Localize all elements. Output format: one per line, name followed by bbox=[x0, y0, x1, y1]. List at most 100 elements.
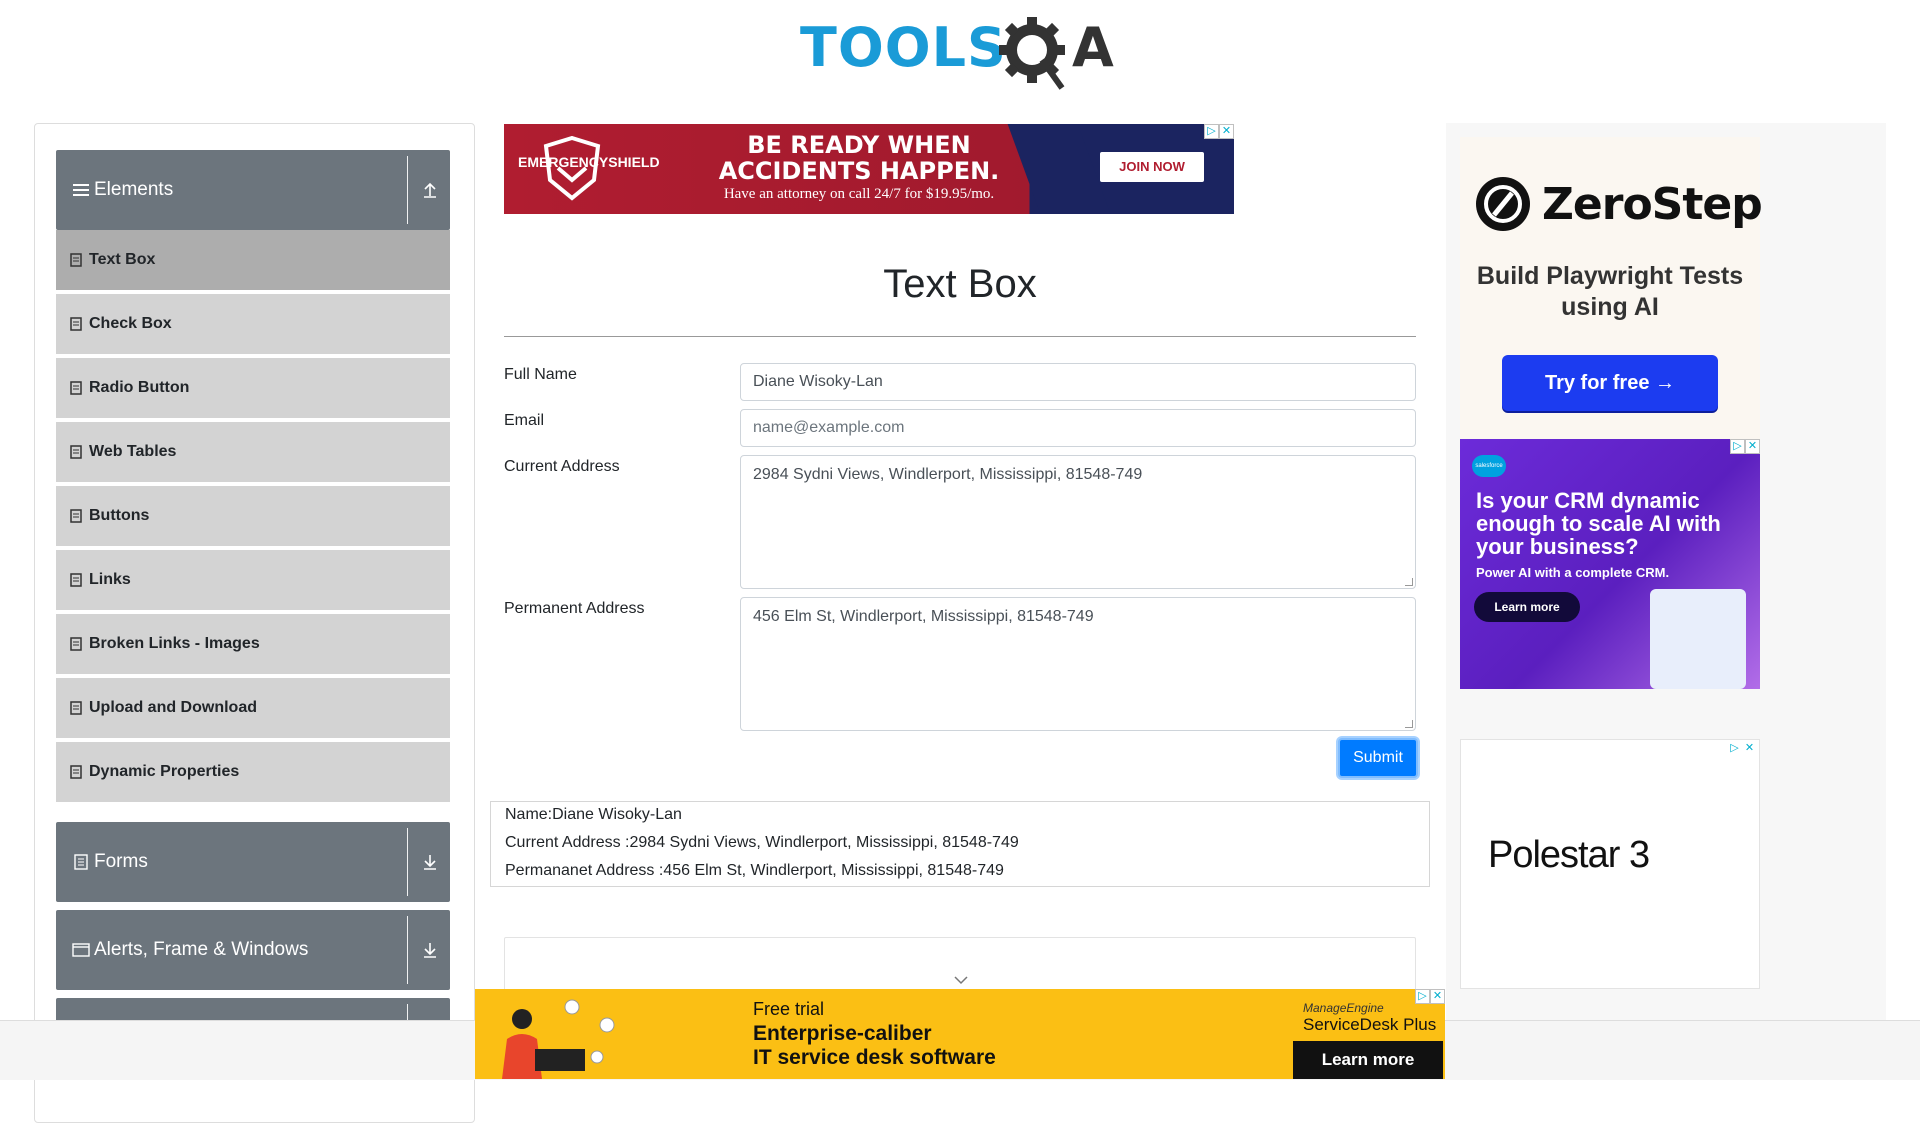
email-label: Email bbox=[504, 412, 545, 429]
divider bbox=[504, 336, 1416, 337]
adchoices-icon[interactable]: ▷ bbox=[1730, 439, 1745, 454]
sidebar-item-text-box[interactable]: Text Box bbox=[56, 230, 450, 292]
salesforce-logo: salesforce bbox=[1472, 455, 1506, 477]
list-item-icon bbox=[70, 637, 82, 651]
divider bbox=[407, 916, 408, 984]
resize-handle[interactable] bbox=[1405, 578, 1413, 586]
logo-text-a: A bbox=[1072, 16, 1115, 79]
output-permanent-address: Permananet Address :456 Elm St, Windlerp… bbox=[505, 862, 1004, 879]
full-name-input[interactable]: Diane Wisoky-Lan bbox=[740, 363, 1416, 401]
bottom-banner-ad[interactable]: Free trial Enterprise-caliber IT service… bbox=[475, 989, 1445, 1079]
list-item-icon bbox=[70, 765, 82, 779]
zerostep-logo-icon bbox=[1476, 177, 1530, 231]
adchoices-icon[interactable]: ▷ bbox=[1727, 742, 1742, 757]
salesforce-headline: Is your CRM dynamic enough to scale AI w… bbox=[1476, 488, 1721, 559]
learn-more-button[interactable]: Learn more bbox=[1474, 592, 1580, 622]
logo-text-tools: TOOLS bbox=[800, 16, 1007, 79]
ad-subtext: Have an attorney on call 24/7 for $19.95… bbox=[723, 186, 995, 202]
sidebar-item-upload-download[interactable]: Upload and Download bbox=[56, 678, 450, 740]
email-placeholder: name@example.com bbox=[753, 419, 905, 436]
top-banner-ad[interactable]: EMERGENCYSHIELD BE READY WHEN ACCIDENTS … bbox=[504, 124, 1234, 214]
current-address-value: 2984 Sydni Views, Windlerport, Mississip… bbox=[753, 466, 1143, 483]
close-icon[interactable]: ✕ bbox=[1742, 742, 1757, 757]
sidebar-item-label: Dynamic Properties bbox=[89, 763, 240, 780]
output-name: Name:Diane Wisoky-Lan bbox=[505, 806, 682, 823]
sidebar-item-label: Radio Button bbox=[89, 379, 190, 396]
collapse-up-icon[interactable] bbox=[419, 179, 441, 201]
sidebar-group-title: Alerts, Frame & Windows bbox=[94, 939, 309, 960]
sidebar-item-label: Links bbox=[89, 571, 131, 588]
polestar-ad[interactable]: Polestar 3 ▷ ✕ bbox=[1460, 739, 1760, 989]
submit-button[interactable]: Submit bbox=[1338, 738, 1418, 778]
zerostep-tagline: Build Playwright Tests using AI bbox=[1476, 262, 1744, 321]
sidebar-item-links[interactable]: Links bbox=[56, 550, 450, 612]
resize-handle[interactable] bbox=[1405, 720, 1413, 728]
sidebar-item-radio-button[interactable]: Radio Button bbox=[56, 358, 450, 420]
current-address-label: Current Address bbox=[504, 458, 620, 475]
sidebar-group-title: Elements bbox=[94, 179, 174, 200]
ad-line-2-text: Enterprise-caliber bbox=[753, 1022, 932, 1045]
ad-line-1: Free trial bbox=[753, 999, 825, 1019]
list-item-icon bbox=[70, 253, 82, 267]
sidebar-group-alerts[interactable]: Alerts, Frame & Windows bbox=[56, 910, 450, 990]
window-icon bbox=[72, 943, 90, 957]
expand-down-icon[interactable] bbox=[419, 851, 441, 873]
try-for-free-button[interactable]: Try for free → bbox=[1502, 355, 1718, 411]
left-sidebar: Elements Text Box Check Box Radio Button… bbox=[34, 123, 475, 1123]
crm-illustration bbox=[1650, 589, 1746, 689]
sidebar-item-web-tables[interactable]: Web Tables bbox=[56, 422, 450, 484]
toolsqa-logo[interactable]: TOOLS A bbox=[800, 14, 1124, 94]
document-icon bbox=[74, 854, 88, 870]
ad-controls: ▷ ✕ bbox=[1415, 989, 1445, 1004]
join-now-button[interactable]: JOIN NOW bbox=[1100, 152, 1204, 182]
list-item-icon bbox=[70, 573, 82, 587]
list-item-icon bbox=[70, 509, 82, 523]
zerostep-name: ZeroStep bbox=[1542, 179, 1763, 230]
sidebar-item-label: Buttons bbox=[89, 507, 150, 524]
hamburger-icon bbox=[73, 184, 89, 196]
sidebar-group-forms[interactable]: Forms bbox=[56, 822, 450, 902]
output-panel: Name:Diane Wisoky-Lan Current Address :2… bbox=[490, 801, 1430, 887]
divider bbox=[407, 828, 408, 896]
list-item-icon bbox=[70, 317, 82, 331]
close-icon[interactable]: ✕ bbox=[1745, 439, 1760, 454]
sidebar-item-buttons[interactable]: Buttons bbox=[56, 486, 450, 548]
chevron-down-icon[interactable] bbox=[953, 974, 969, 986]
sidebar-item-broken-links[interactable]: Broken Links - Images bbox=[56, 614, 450, 676]
adchoices-icon[interactable]: ▷ bbox=[1415, 989, 1430, 1004]
permanent-address-textarea[interactable]: 456 Elm St, Windlerport, Mississippi, 81… bbox=[740, 597, 1416, 731]
polestar-name: Polestar 3 bbox=[1488, 834, 1650, 876]
sidebar-item-label: Text Box bbox=[89, 251, 156, 268]
ad-line-3-text: IT service desk software bbox=[753, 1046, 996, 1069]
permanent-address-value: 456 Elm St, Windlerport, Mississippi, 81… bbox=[753, 608, 1094, 625]
list-item-icon bbox=[70, 445, 82, 459]
sidebar-group-elements[interactable]: Elements bbox=[56, 150, 450, 230]
sidebar-item-label: Broken Links - Images bbox=[89, 635, 260, 652]
salesforce-subtext: Power AI with a complete CRM. bbox=[1476, 565, 1670, 580]
expand-down-icon[interactable] bbox=[419, 939, 441, 961]
email-input[interactable]: name@example.com bbox=[740, 409, 1416, 447]
permanent-address-label: Permanent Address bbox=[504, 600, 645, 617]
close-icon[interactable]: ✕ bbox=[1430, 989, 1445, 1004]
current-address-textarea[interactable]: 2984 Sydni Views, Windlerport, Mississip… bbox=[740, 455, 1416, 589]
ad-controls: ▷ ✕ bbox=[1727, 742, 1757, 757]
full-name-label: Full Name bbox=[504, 366, 577, 383]
vendor-name: ManageEngine bbox=[1303, 1001, 1384, 1015]
adchoices-icon[interactable]: ▷ bbox=[1204, 124, 1219, 139]
person-laptop-illustration bbox=[502, 999, 615, 1079]
sidebar-item-dynamic-properties[interactable]: Dynamic Properties bbox=[56, 742, 450, 804]
sidebar-item-label: Upload and Download bbox=[89, 699, 257, 716]
page-title: Text Box bbox=[883, 262, 1037, 306]
zerostep-ad[interactable]: ZeroStep Build Playwright Tests using AI… bbox=[1460, 137, 1763, 439]
product-name: ServiceDesk Plus bbox=[1303, 1015, 1437, 1034]
ad-line-2: Enterprise-caliber IT service desk softw… bbox=[753, 1022, 996, 1070]
output-current-address: Current Address :2984 Sydni Views, Windl… bbox=[505, 834, 1019, 851]
close-icon[interactable]: ✕ bbox=[1219, 124, 1234, 139]
learn-more-button[interactable]: Learn more bbox=[1293, 1041, 1443, 1079]
list-item-icon bbox=[70, 381, 82, 395]
ad-headline: BE READY WHEN ACCIDENTS HAPPEN. bbox=[718, 131, 1000, 185]
sidebar-item-check-box[interactable]: Check Box bbox=[56, 294, 450, 356]
salesforce-ad[interactable]: salesforce Is your CRM dynamic enough to… bbox=[1460, 439, 1760, 689]
ad-controls: ▷ ✕ bbox=[1204, 124, 1234, 139]
ad-controls: ▷ ✕ bbox=[1730, 439, 1760, 454]
